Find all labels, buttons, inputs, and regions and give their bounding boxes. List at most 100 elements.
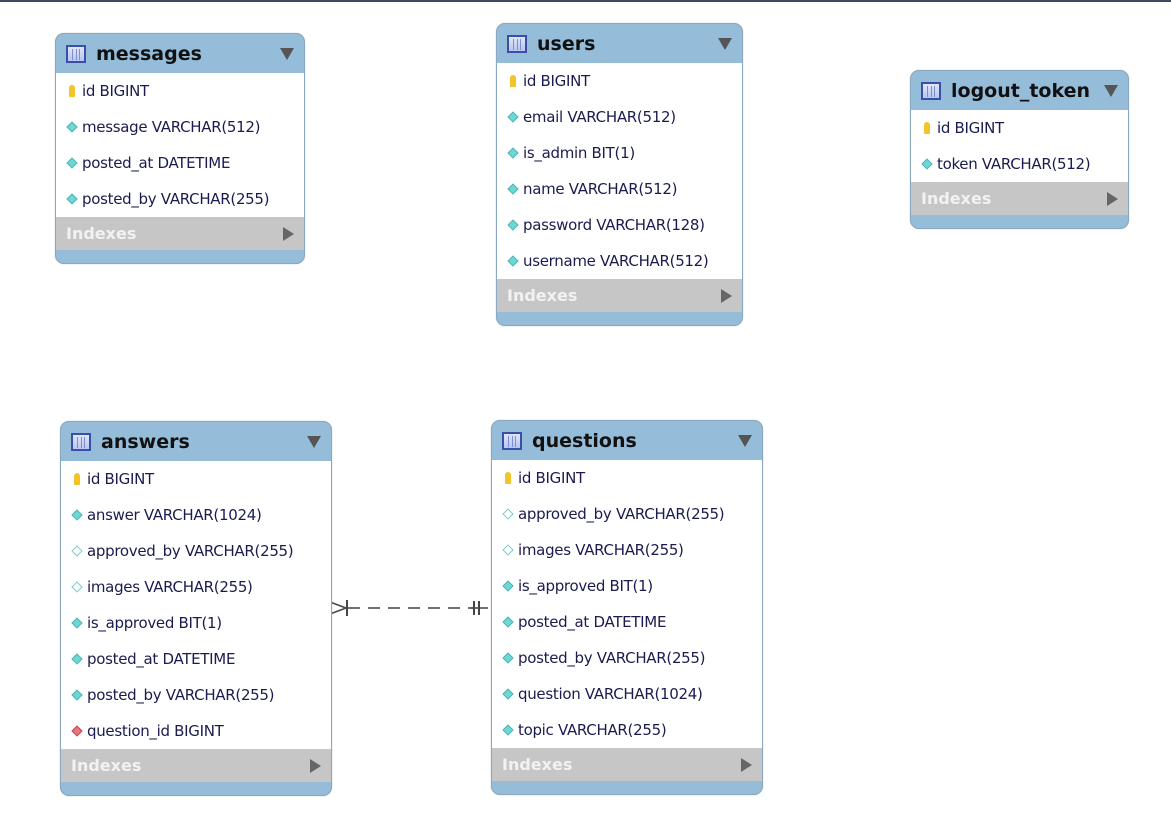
column-row[interactable]: topic VARCHAR(255) [492,712,762,748]
not-null-column-icon [501,652,514,665]
column-row[interactable]: id BIGINT [56,73,304,109]
indexes-section[interactable]: Indexes [61,749,331,782]
column-row[interactable]: id BIGINT [492,460,762,496]
column-row[interactable]: username VARCHAR(512) [497,243,742,279]
table-name: answers [101,430,190,453]
column-row[interactable]: posted_by VARCHAR(255) [492,640,762,676]
table-header[interactable]: logout_token [911,71,1128,110]
column-label: password VARCHAR(128) [523,216,705,234]
table-header[interactable]: messages [56,34,304,73]
table-footer [911,215,1128,228]
column-row[interactable]: id BIGINT [911,110,1128,146]
table-icon [71,432,91,451]
expand-arrow-icon[interactable] [721,288,732,303]
expand-arrow-icon[interactable] [1107,191,1118,206]
indexes-label: Indexes [507,286,578,305]
collapse-arrow-icon[interactable] [1104,84,1118,97]
column-row[interactable]: password VARCHAR(128) [497,207,742,243]
column-label: images VARCHAR(255) [518,541,684,559]
not-null-column-icon [506,147,519,160]
column-row[interactable]: posted_at DATETIME [492,604,762,640]
table-questions[interactable]: questions id BIGINT approved_by VARCHAR(25… [491,420,763,795]
indexes-section[interactable]: Indexes [492,748,762,781]
not-null-column-icon [501,688,514,701]
column-row[interactable]: answer VARCHAR(1024) [61,497,331,533]
column-row[interactable]: images VARCHAR(255) [61,569,331,605]
collapse-arrow-icon[interactable] [718,37,732,50]
column-label: message VARCHAR(512) [82,118,261,136]
column-label: is_approved BIT(1) [518,577,653,595]
table-name: users [537,32,596,55]
not-null-column-icon [70,509,83,522]
indexes-section[interactable]: Indexes [56,217,304,250]
table-footer [56,250,304,263]
table-name: messages [96,42,202,65]
column-row[interactable]: question VARCHAR(1024) [492,676,762,712]
table-logout_token[interactable]: logout_tokenid BIGINT token VARCHAR(512) I… [910,70,1129,229]
column-row[interactable]: message VARCHAR(512) [56,109,304,145]
column-label: id BIGINT [518,469,585,487]
column-row[interactable]: posted_by VARCHAR(255) [56,181,304,217]
table-header[interactable]: users [497,24,742,63]
column-row[interactable]: id BIGINT [497,63,742,99]
column-row[interactable]: question_id BIGINT [61,713,331,749]
table-footer [492,781,762,794]
column-label: id BIGINT [87,470,154,488]
nullable-column-icon [70,581,83,594]
collapse-arrow-icon[interactable] [307,435,321,448]
column-label: email VARCHAR(512) [523,108,676,126]
collapse-arrow-icon[interactable] [280,47,294,60]
column-row[interactable]: id BIGINT [61,461,331,497]
column-row[interactable]: is_approved BIT(1) [492,568,762,604]
column-list: id BIGINT message VARCHAR(512) posted_at D… [56,73,304,217]
column-label: posted_at DATETIME [87,650,236,668]
column-label: id BIGINT [82,82,149,100]
column-list: id BIGINT answer VARCHAR(1024) approved_by… [61,461,331,749]
indexes-label: Indexes [66,224,137,243]
column-label: question VARCHAR(1024) [518,685,703,703]
column-row[interactable]: images VARCHAR(255) [492,532,762,568]
column-row[interactable]: token VARCHAR(512) [911,146,1128,182]
expand-arrow-icon[interactable] [283,226,294,241]
not-null-column-icon [501,580,514,593]
indexes-label: Indexes [71,756,142,775]
relationship-answers-questions[interactable] [328,595,493,621]
expand-arrow-icon[interactable] [310,758,321,773]
column-row[interactable]: is_admin BIT(1) [497,135,742,171]
column-row[interactable]: posted_at DATETIME [61,641,331,677]
table-messages[interactable]: messages id BIGINT message VARCHAR(512) pos… [55,33,305,264]
primary-key-icon [70,473,83,486]
column-row[interactable]: approved_by VARCHAR(255) [61,533,331,569]
table-users[interactable]: users id BIGINT email VARCHAR(512) is_admin… [496,23,743,326]
indexes-section[interactable]: Indexes [497,279,742,312]
column-label: name VARCHAR(512) [523,180,678,198]
not-null-column-icon [70,653,83,666]
indexes-label: Indexes [502,755,573,774]
not-null-column-icon [70,617,83,630]
not-null-column-icon [65,157,78,170]
not-null-column-icon [70,689,83,702]
column-row[interactable]: approved_by VARCHAR(255) [492,496,762,532]
not-null-column-icon [506,219,519,232]
primary-key-icon [506,75,519,88]
column-row[interactable]: is_approved BIT(1) [61,605,331,641]
column-row[interactable]: posted_by VARCHAR(255) [61,677,331,713]
table-icon [502,431,522,450]
table-answers[interactable]: answers id BIGINT answer VARCHAR(1024) appr… [60,421,332,796]
not-null-column-icon [506,255,519,268]
table-header[interactable]: answers [61,422,331,461]
expand-arrow-icon[interactable] [741,757,752,772]
column-label: approved_by VARCHAR(255) [518,505,725,523]
table-footer [61,782,331,795]
table-name: logout_token [951,79,1091,102]
primary-key-icon [65,85,78,98]
table-header[interactable]: questions [492,421,762,460]
column-row[interactable]: name VARCHAR(512) [497,171,742,207]
column-row[interactable]: posted_at DATETIME [56,145,304,181]
collapse-arrow-icon[interactable] [738,434,752,447]
indexes-section[interactable]: Indexes [911,182,1128,215]
crowfoot-many-icon [329,601,349,615]
column-label: id BIGINT [937,119,1004,137]
column-label: id BIGINT [523,72,590,90]
column-row[interactable]: email VARCHAR(512) [497,99,742,135]
